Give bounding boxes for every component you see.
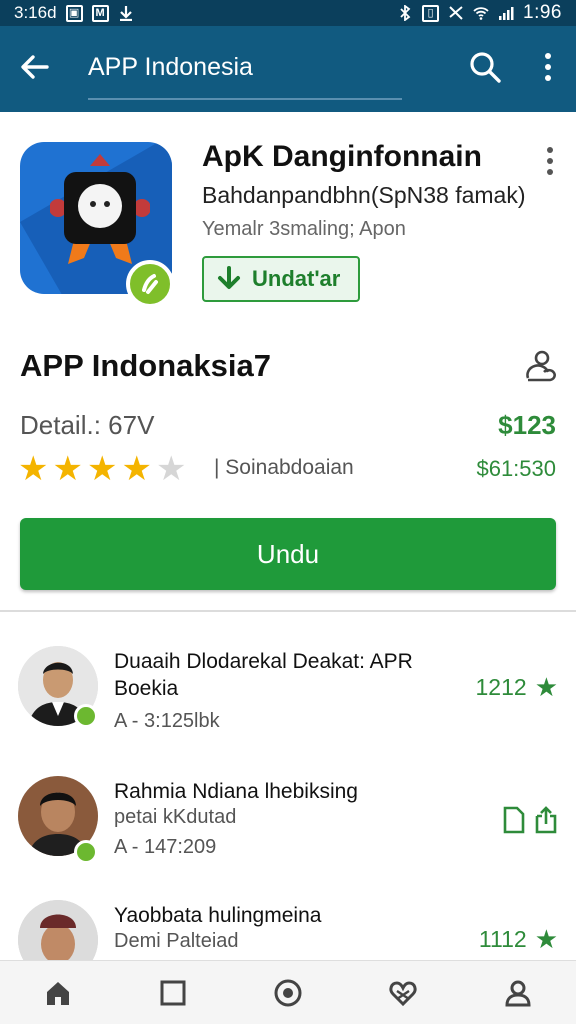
verified-badge-icon [74, 840, 98, 864]
list-item-title: Rahmia Ndiana lhebiksing [114, 780, 358, 803]
nav-favorites[interactable] [383, 973, 423, 1013]
star-icon: ★ [86, 450, 118, 488]
search-icon[interactable] [468, 50, 502, 84]
list-item-subtitle: Demi Palteiad [114, 930, 239, 952]
status-time: 1:96 [523, 2, 562, 23]
no-signal-icon [449, 6, 463, 20]
star-empty-icon: ★ [155, 450, 187, 488]
status-left-text: 3:16d [14, 3, 57, 22]
more-vert-icon[interactable] [538, 50, 558, 84]
back-arrow-icon[interactable] [18, 50, 52, 84]
list-item-title: Duaaih Dlodarekal Deakat: APR Boekia [114, 650, 413, 700]
app-name: ApK Danginfonnain [202, 140, 482, 173]
robot-mascot-icon [50, 154, 150, 264]
rating-meta: | Soinabdoaian [214, 456, 354, 479]
download-button[interactable]: Undu [20, 518, 556, 590]
list-item-subtitle: petai kKdutad [114, 806, 237, 828]
record-icon [274, 979, 302, 1006]
app-bar: APP Indonesia [0, 26, 576, 112]
list-item-subtitle: A - 3:125lbk [114, 710, 220, 732]
detail-label: Detail.: 67V [20, 410, 155, 440]
app-developer[interactable]: Bahdanpandbhn(SpN38 famak) [202, 182, 526, 209]
profile-icon [505, 980, 531, 1006]
share-icon[interactable] [522, 348, 558, 384]
list-item-score: 1112 ★ [479, 924, 558, 955]
list-item[interactable]: Duaaih Dlodarekal Deakat: APR Boekia A -… [0, 618, 576, 742]
home-icon [46, 981, 69, 1005]
list-item[interactable]: Rahmia Ndiana lhebiksing petai kKdutad A… [0, 770, 576, 894]
bluetooth-icon [400, 5, 411, 21]
status-right: ▯ 1:96 [397, 2, 562, 24]
star-icon: ★ [121, 450, 152, 488]
card-more-icon[interactable] [540, 144, 560, 178]
nav-square[interactable] [153, 973, 193, 1013]
section-title: APP Indonaksia7 [20, 348, 271, 383]
list-item-title: Yaobbata hulingmeina [114, 904, 322, 927]
nav-record[interactable] [268, 973, 308, 1013]
nav-profile[interactable] [498, 973, 538, 1013]
status-bar: 3:16d ▣ M ▯ 1:96 [0, 0, 576, 26]
nav-home[interactable] [38, 973, 78, 1013]
bottom-nav [0, 960, 576, 1024]
star-icon: ★ [534, 924, 558, 954]
star-icon: ★ [534, 672, 558, 702]
square-icon [160, 980, 186, 1005]
secondary-price: $61:530 [476, 456, 556, 481]
score-value: 1112 [478, 926, 527, 952]
verified-badge-icon [74, 704, 98, 728]
list-item-score: 1212 ★ [476, 672, 558, 703]
update-button-label: Undat'ar [252, 266, 341, 291]
wifi-icon [473, 7, 489, 20]
document-icon[interactable] [502, 806, 526, 834]
vibrate-icon: ▯ [422, 4, 440, 22]
list-item-actions [502, 806, 558, 834]
mail-icon: M [91, 4, 109, 22]
search-underline [88, 98, 402, 100]
heart-icon [389, 980, 417, 1006]
download-arrow-icon [218, 266, 240, 289]
star-rating: ★ ★ ★ ★ ★ [18, 452, 186, 486]
image-icon: ▣ [65, 4, 83, 22]
app-bar-title[interactable]: APP Indonesia [88, 53, 253, 82]
cell-signal-icon [499, 7, 514, 20]
list-item-subtitle-2: A - 147:209 [114, 836, 217, 858]
update-button[interactable]: Undat'ar [202, 256, 360, 302]
download-arrow-icon [119, 6, 132, 21]
upload-box-icon[interactable] [534, 806, 558, 834]
status-left: 3:16d ▣ M [14, 3, 134, 23]
app-subtitle: Yemalr 3smaling; Apon [202, 218, 406, 240]
app-detail-card: ApK Danginfonnain Bahdanpandbhn(SpN38 fa… [0, 112, 576, 612]
star-icon: ★ [18, 450, 49, 488]
score-value: 1212 [475, 674, 527, 700]
verified-badge-icon [126, 260, 174, 308]
price: $123 [498, 410, 556, 440]
star-icon: ★ [52, 450, 83, 488]
